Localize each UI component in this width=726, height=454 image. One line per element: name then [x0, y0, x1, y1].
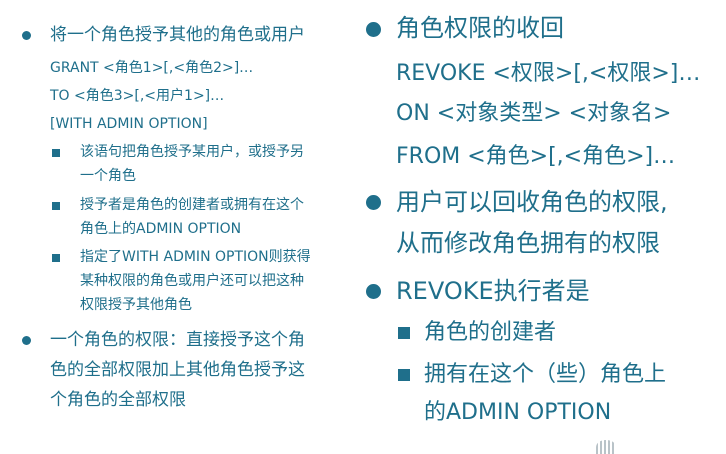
right-bullet-revoke-line-1: 用户可以回收角色的权限,: [396, 188, 668, 216]
grant-syntax-line-1: GRANT <角色1>[,<角色2>]…: [50, 60, 254, 76]
revoke-syntax-line-2: ON <对象类型> <对象名>: [396, 101, 672, 126]
left-sub-1-line-1: 该语句把角色授予某用户，或授予另: [80, 144, 304, 160]
bullet-dot-icon: [22, 31, 31, 40]
left-bullet-grant: 将一个角色授予其他的角色或用户: [50, 25, 305, 45]
right-bullet-revoke-line-2: 从而修改角色拥有的权限: [396, 229, 660, 257]
right-sub-admin-line-2: 的ADMIN OPTION: [424, 400, 612, 425]
right-bullet-revoke-title: 角色权限的收回: [396, 14, 564, 42]
logo-icon: [596, 440, 616, 454]
left-sub-2-line-2: 角色上的ADMIN OPTION: [80, 221, 242, 237]
grant-syntax-line-3: [WITH ADMIN OPTION]: [50, 116, 208, 132]
left-bullet-role-permissions-line-2: 色的全部权限加上其他角色授予这: [50, 360, 305, 380]
bullet-dot-icon: [366, 195, 381, 210]
left-bullet-role-permissions-line-1: 一个角色的权限：直接授予这个角: [50, 330, 305, 350]
square-bullet-icon: [52, 254, 60, 262]
right-sub-admin-line-1: 拥有在这个（些）角色上: [424, 362, 667, 387]
revoke-syntax-line-1: REVOKE <权限>[,<权限>]…: [396, 61, 701, 86]
square-bullet-icon: [52, 149, 60, 157]
left-sub-3-line-2: 某种权限的角色或用户还可以把这种: [80, 273, 304, 289]
left-sub-2-line-1: 授予者是角色的创建者或拥有在这个: [80, 197, 304, 213]
bullet-dot-icon: [366, 22, 381, 37]
right-bullet-revoke-executor: REVOKE执行者是: [396, 277, 590, 305]
left-sub-3-line-3: 权限授予其他角色: [80, 297, 192, 313]
square-bullet-icon: [398, 369, 410, 381]
left-bullet-role-permissions-line-3: 个角色的全部权限: [50, 390, 186, 410]
revoke-syntax-line-3: FROM <角色>[,<角色>]…: [396, 144, 676, 169]
grant-syntax-line-2: TO <角色3>[,<用户1>]…: [50, 88, 225, 104]
bullet-dot-icon: [22, 336, 31, 345]
square-bullet-icon: [398, 327, 410, 339]
bullet-dot-icon: [366, 284, 381, 299]
left-sub-3-line-1: 指定了WITH ADMIN OPTION则获得: [80, 249, 311, 265]
left-sub-1-line-2: 一个角色: [80, 168, 136, 184]
right-sub-creator: 角色的创建者: [424, 320, 557, 345]
square-bullet-icon: [52, 202, 60, 210]
